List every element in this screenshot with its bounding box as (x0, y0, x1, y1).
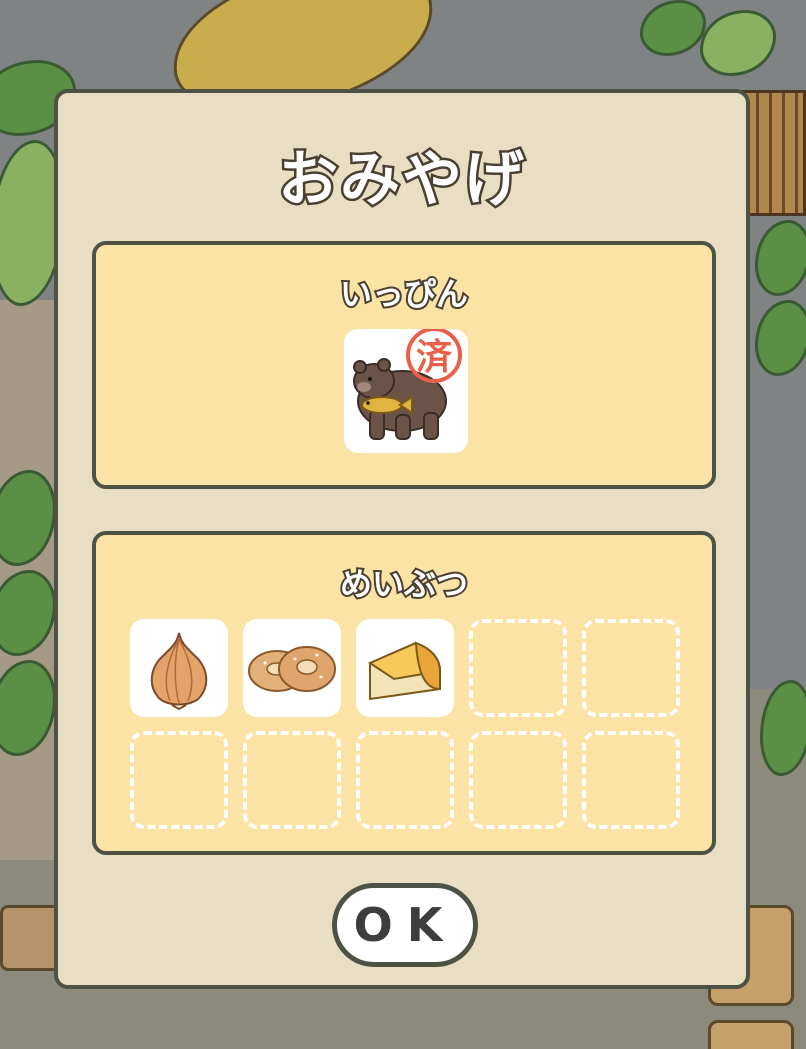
specialty-slot-cheese[interactable] (356, 619, 454, 717)
special-item-panel: いっぴん 済 (92, 241, 716, 489)
leaf-icon (755, 220, 806, 296)
empty-slot (243, 731, 341, 829)
local-specialty-panel: めいぶつ (92, 531, 716, 855)
leaf-icon (640, 0, 706, 56)
empty-slot (469, 731, 567, 829)
empty-slot (582, 731, 680, 829)
specialty-slot-onion[interactable] (130, 619, 228, 717)
dialog-title: おみやげ (276, 143, 527, 218)
empty-slot (582, 619, 680, 717)
bear-with-fish-icon: 済 (353, 329, 462, 440)
special-item-slot[interactable]: 済 (344, 329, 468, 453)
empty-slot (356, 731, 454, 829)
specialty-slot-bagel[interactable] (243, 619, 341, 717)
leaf-icon (755, 300, 806, 376)
stamp-text: 済 (416, 337, 452, 378)
special-item-label: いっぴん (338, 273, 470, 315)
cheese-icon (367, 641, 442, 701)
stamp-icon: 済 (406, 329, 462, 383)
souvenir-dialog: おみやげ いっぴん 済 めいぶつ OK (54, 89, 750, 989)
empty-slot (130, 731, 228, 829)
empty-slot (469, 619, 567, 717)
local-specialty-label: めいぶつ (338, 563, 470, 605)
side-menu-button[interactable] (708, 1020, 794, 1049)
bagel-icon (248, 646, 336, 692)
leaf-icon (700, 10, 776, 76)
ok-button[interactable]: OK (332, 883, 478, 967)
onion-icon (150, 632, 208, 711)
